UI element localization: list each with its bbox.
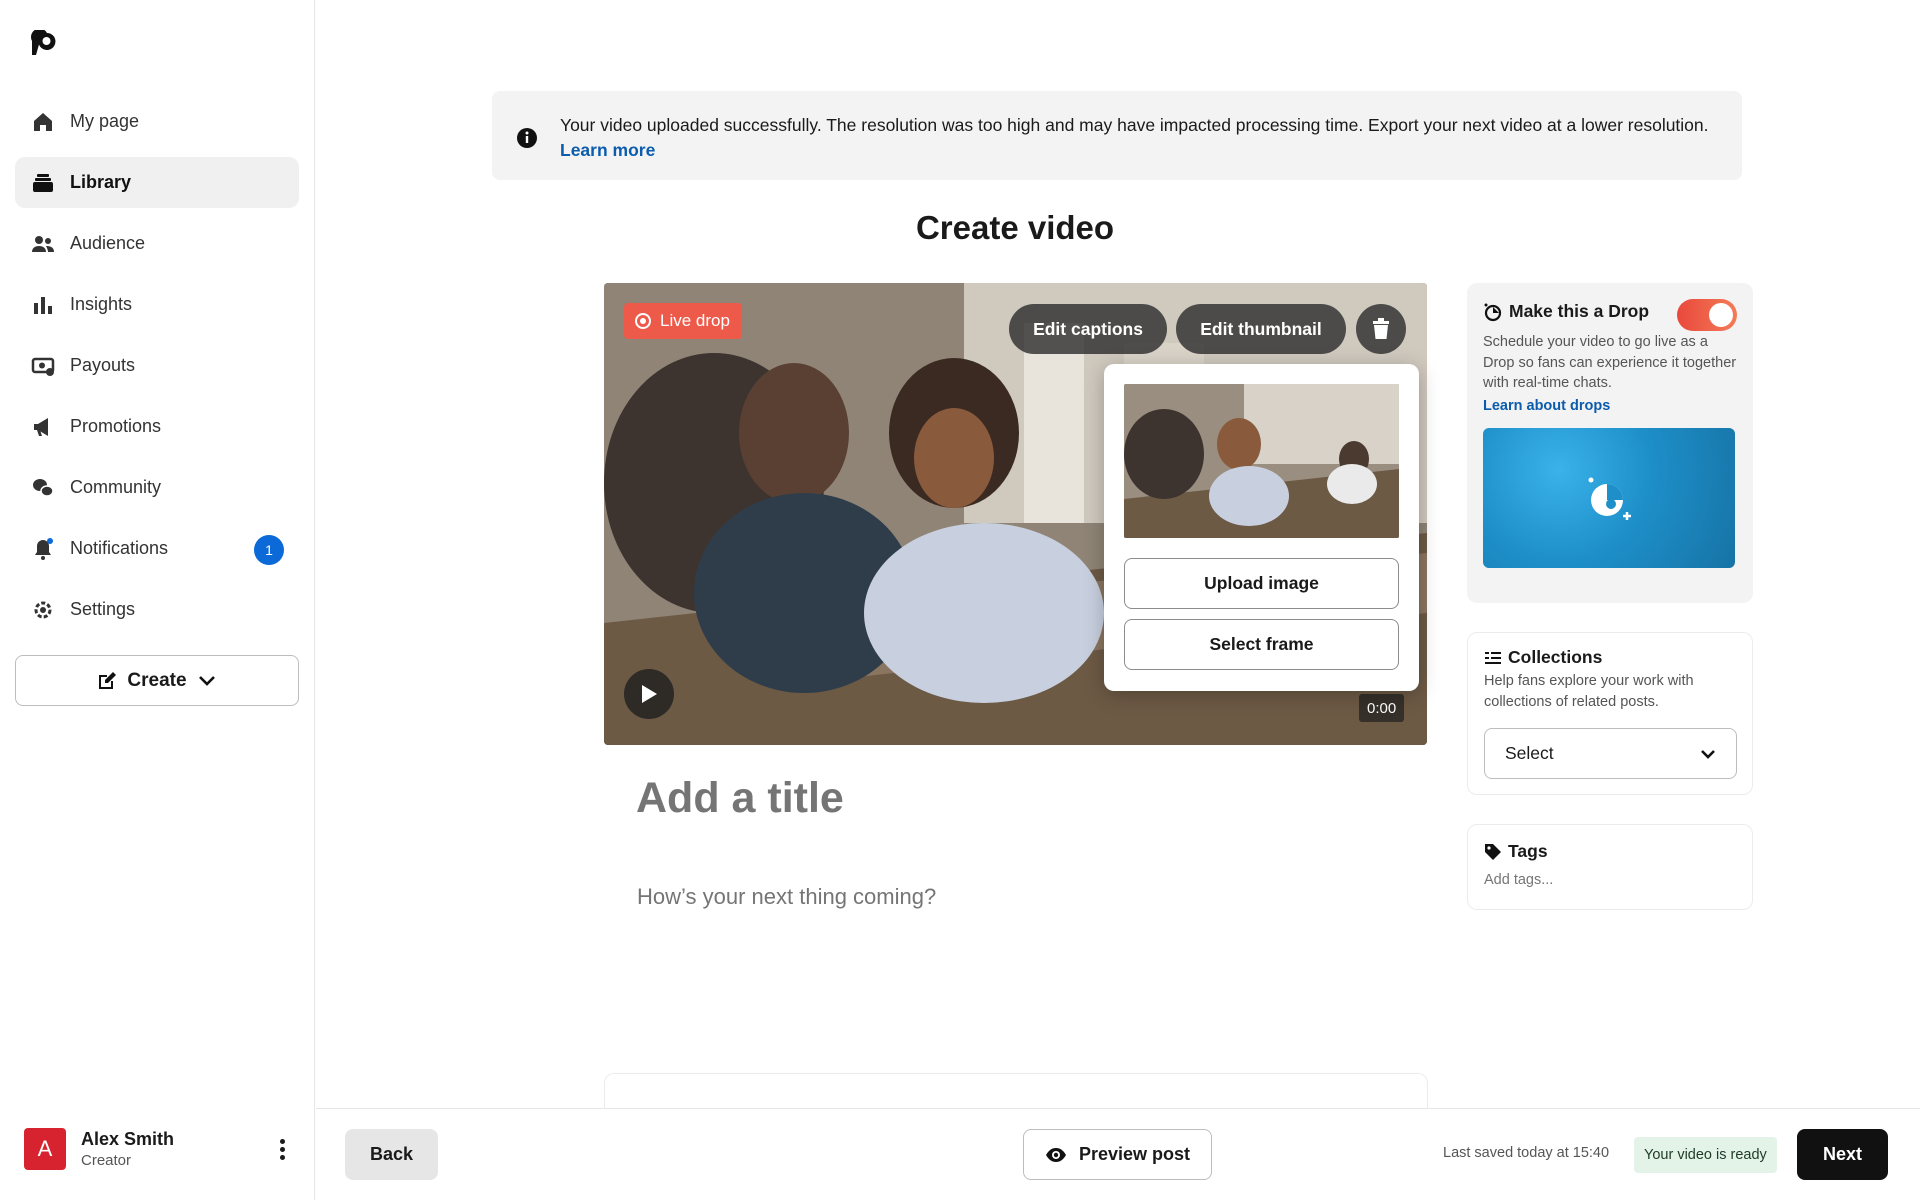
delete-video-button[interactable] <box>1356 304 1406 354</box>
info-icon <box>517 128 537 148</box>
bell-icon <box>30 536 56 562</box>
next-button[interactable]: Next <box>1797 1129 1888 1180</box>
sidebar-item-label: Notifications <box>70 538 169 558</box>
play-button[interactable] <box>624 669 674 719</box>
sidebar-item-label: Library <box>70 172 132 192</box>
insights-icon <box>30 292 56 318</box>
library-icon <box>30 170 56 196</box>
home-icon <box>30 109 56 135</box>
user-info: Alex Smith Creator <box>81 1129 174 1169</box>
select-frame-button[interactable]: Select frame <box>1124 619 1399 670</box>
sidebar-item-label: Audience <box>70 233 146 253</box>
tags-card-title: Tags <box>1508 841 1548 861</box>
avatar: A <box>24 1128 66 1170</box>
collections-card: Collections Help fans explore your work … <box>1467 632 1753 795</box>
user-role: Creator <box>81 1152 132 1169</box>
sidebar-item-notifications[interactable]: Notifications 1 <box>15 523 299 574</box>
sidebar-item-library[interactable]: Library <box>15 157 299 208</box>
edit-captions-button[interactable]: Edit captions <box>1009 304 1167 354</box>
drop-toggle[interactable] <box>1677 299 1737 331</box>
sidebar: My page Library Audience Insights Payout… <box>0 0 315 1200</box>
preview-post-button[interactable]: Preview post <box>1023 1129 1212 1180</box>
sidebar-item-community[interactable]: Community <box>15 462 299 513</box>
drop-illustration <box>1483 427 1735 568</box>
edit-thumbnail-button[interactable]: Edit thumbnail <box>1176 304 1346 354</box>
collections-icon <box>1485 651 1501 664</box>
sidebar-item-payouts[interactable]: Payouts <box>15 340 299 391</box>
drop-timer-icon <box>1588 477 1631 520</box>
user-name: Alex Smith <box>81 1129 175 1149</box>
edit-icon <box>99 671 117 689</box>
collections-card-description: Help fans explore your work with collect… <box>1484 673 1694 710</box>
footer-bar: Back Preview post Last saved today at 15… <box>316 1108 1920 1200</box>
live-drop-label: Live drop <box>660 311 730 330</box>
sidebar-item-insights[interactable]: Insights <box>15 279 299 330</box>
drop-card: Make this a Drop Schedule your video to … <box>1467 283 1753 603</box>
eye-icon <box>1045 1147 1066 1162</box>
sidebar-item-settings[interactable]: Settings <box>15 584 299 635</box>
post-body-input[interactable] <box>637 884 1397 910</box>
create-button[interactable]: Create <box>15 655 299 706</box>
drop-card-description: Schedule your video to go live as a Drop… <box>1483 334 1737 391</box>
drop-card-title: Make this a Drop <box>1509 301 1650 321</box>
more-options-icon[interactable] <box>270 1135 294 1163</box>
preview-post-label: Preview post <box>1078 1144 1191 1164</box>
last-saved-text: Last saved today at 15:40 <box>1443 1145 1610 1161</box>
post-title-input[interactable] <box>636 774 1396 823</box>
sidebar-item-my-page[interactable]: My page <box>15 96 299 147</box>
live-drop-badge: Live drop <box>624 303 742 339</box>
tags-card: Tags <box>1467 824 1753 910</box>
collections-card-title: Collections <box>1508 647 1603 667</box>
tags-input[interactable] <box>1484 872 1724 888</box>
upload-info-banner: Your video uploaded successfully. The re… <box>492 91 1742 180</box>
tags-card-header: Tags <box>1484 841 1736 862</box>
megaphone-icon <box>30 414 56 440</box>
thumbnail-image <box>1124 384 1399 538</box>
payouts-icon <box>30 353 56 379</box>
sidebar-item-label: Settings <box>70 599 136 619</box>
patreon-logo[interactable] <box>30 28 58 58</box>
live-drop-icon <box>635 313 651 329</box>
user-profile[interactable]: A Alex Smith Creator <box>24 1127 294 1171</box>
create-button-label: Create <box>127 669 187 691</box>
collections-select[interactable]: Select <box>1484 728 1737 779</box>
thumbnail-popover: Upload image Select frame <box>1104 364 1419 691</box>
banner-text: Your video uploaded successfully. The re… <box>560 115 1709 135</box>
banner-message: Your video uploaded successfully. The re… <box>560 113 1712 163</box>
post-options-card <box>604 1073 1428 1113</box>
trash-icon <box>1373 318 1389 339</box>
sidebar-nav: My page Library Audience Insights Payout… <box>15 96 299 645</box>
chevron-down-icon <box>1701 749 1715 759</box>
chat-icon <box>30 475 56 501</box>
collections-select-value: Select <box>1505 743 1554 763</box>
learn-about-drops-link[interactable]: Learn about drops <box>1483 398 1737 414</box>
video-ready-badge: Your video is ready <box>1634 1137 1777 1173</box>
drop-icon <box>1484 303 1502 321</box>
notification-count-badge: 1 <box>254 535 284 565</box>
play-icon <box>642 685 657 703</box>
tag-icon <box>1485 843 1501 860</box>
collections-card-header: Collections <box>1484 647 1736 668</box>
chevron-down-icon <box>198 675 215 686</box>
back-button[interactable]: Back <box>345 1129 438 1180</box>
sidebar-item-label: Payouts <box>70 355 136 375</box>
sidebar-item-audience[interactable]: Audience <box>15 218 299 269</box>
sidebar-item-promotions[interactable]: Promotions <box>15 401 299 452</box>
upload-image-button[interactable]: Upload image <box>1124 558 1399 609</box>
sidebar-item-label: Insights <box>70 294 133 314</box>
gear-icon <box>30 597 56 623</box>
page-title: Create video <box>915 209 1115 246</box>
audience-icon <box>30 231 56 257</box>
video-timestamp: 0:00 <box>1359 694 1405 722</box>
sidebar-item-label: Community <box>70 477 162 497</box>
learn-more-link[interactable]: Learn more <box>560 140 655 160</box>
thumbnail-preview <box>1124 384 1399 538</box>
sidebar-item-label: My page <box>70 111 140 131</box>
sidebar-item-label: Promotions <box>70 416 162 436</box>
